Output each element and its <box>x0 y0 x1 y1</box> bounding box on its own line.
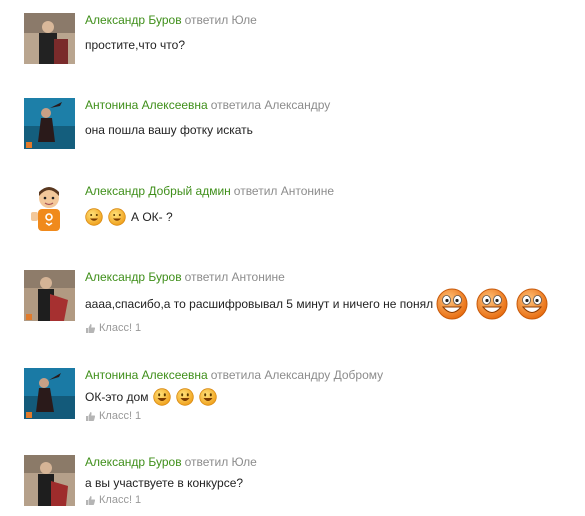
laughing-smile-icon <box>476 288 508 320</box>
comment-text: она пошла вашу фотку искать <box>85 122 575 138</box>
comment-text: простите,что что? <box>85 37 575 53</box>
author-name[interactable]: Александр Буров <box>85 270 182 284</box>
comment-text: а вы участвуете в конкурсе? <box>85 475 575 491</box>
avatar[interactable] <box>24 368 75 419</box>
avatar[interactable] <box>24 13 75 64</box>
avatar[interactable] <box>24 270 75 321</box>
laughing-smile-icon <box>436 288 468 320</box>
like-count: Класс! 1 <box>99 494 142 506</box>
smile-icon <box>176 388 195 406</box>
smile-icon <box>199 388 218 406</box>
comment-text-content: ОК-это дом <box>85 390 149 404</box>
comment-text-content: А ОК- ? <box>131 210 173 224</box>
reply-to: ответила Александру <box>210 98 331 112</box>
like-count: Класс! 1 <box>99 322 142 334</box>
comment-text-content: простите,что что? <box>85 38 185 52</box>
reply-to: ответила Александру Доброму <box>210 368 384 382</box>
smile-icon <box>108 208 126 226</box>
author-name[interactable]: Антонина Алексеевна <box>85 368 208 382</box>
thumbs-up-icon <box>86 411 96 421</box>
reply-to: ответил Юле <box>184 13 257 27</box>
author-name[interactable]: Александр Буров <box>85 455 182 469</box>
smile-icon <box>85 208 103 226</box>
thumbs-up-icon <box>86 495 96 505</box>
reply-to: ответил Антонине <box>184 270 285 284</box>
comment-text-content: аааа,спасибо,а то расшифровывал 5 минут … <box>85 297 434 311</box>
thumbs-up-icon <box>86 323 96 333</box>
author-name[interactable]: Антонина Алексеевна <box>85 98 208 112</box>
smile-icon <box>153 388 172 406</box>
avatar[interactable] <box>24 455 75 506</box>
like-button[interactable]: Класс! 1 <box>85 322 575 334</box>
author-name[interactable]: Александр Добрый админ <box>85 184 231 198</box>
avatar[interactable] <box>24 184 75 235</box>
laughing-smile-icon <box>516 288 548 320</box>
reply-to: ответил Антонине <box>233 184 335 198</box>
comment-text: А ОК- ? <box>85 208 575 226</box>
comment-text: аааа,спасибо,а то расшифровывал 5 минут … <box>85 288 575 320</box>
like-count: Класс! 1 <box>99 410 142 422</box>
comment-text-content: она пошла вашу фотку искать <box>85 123 253 137</box>
reply-to: ответил Юле <box>184 455 257 469</box>
author-name[interactable]: Александр Буров <box>85 13 182 27</box>
avatar[interactable] <box>24 98 75 149</box>
comment-text: ОК-это дом <box>85 388 575 406</box>
like-button[interactable]: Класс! 1 <box>85 410 575 422</box>
comment-text-content: а вы участвуете в конкурсе? <box>85 476 244 490</box>
like-button[interactable]: Класс! 1 <box>85 494 575 506</box>
